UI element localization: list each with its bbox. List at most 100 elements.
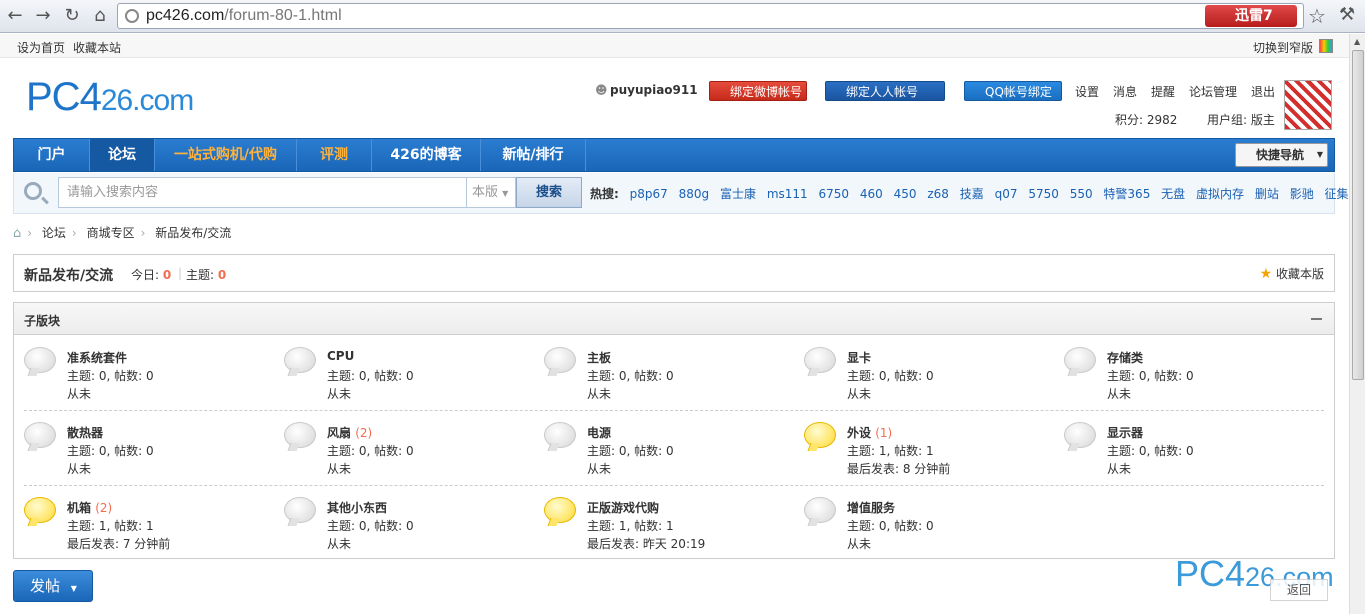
scroll-thumb[interactable] [1352, 50, 1364, 380]
subforum-item[interactable]: 其他小东西 主题: 0, 帖数: 0 从未 [276, 489, 534, 551]
color-switch-icon[interactable] [1319, 39, 1333, 53]
subforum-stats: 主题: 0, 帖数: 0 [67, 369, 154, 383]
subforum-item[interactable]: 正版游戏代购 主题: 1, 帖数: 1 最后发表: 昨天 20:19 [536, 489, 794, 551]
subforum-name[interactable]: 电源 [587, 424, 611, 441]
subforum-item[interactable]: 主板 主题: 0, 帖数: 0 从未 [536, 339, 794, 401]
subforum-name[interactable]: 主板 [587, 349, 611, 366]
favorite-forum-button[interactable]: ★ 收藏本版 [1260, 265, 1324, 282]
bind-renren-button[interactable]: 绑定人人帐号 [825, 81, 945, 101]
new-post-button[interactable]: 发帖 ▼ [13, 570, 93, 602]
subforum-item[interactable]: 显卡 主题: 0, 帖数: 0 从未 [796, 339, 1054, 401]
bind-qq-button[interactable]: QQ帐号绑定 [964, 81, 1062, 101]
hot-keyword[interactable]: 虚拟内存 [1196, 187, 1244, 201]
hot-keyword[interactable]: 无盘 [1161, 187, 1185, 201]
chevron-down-icon: ▼ [70, 584, 77, 593]
breadcrumb-forum[interactable]: 论坛 [42, 226, 66, 240]
search-icon [24, 182, 42, 200]
subforum-name[interactable]: 显示器 [1107, 424, 1143, 441]
hot-keyword[interactable]: ms111 [767, 187, 808, 201]
home-icon[interactable]: ⌂ [89, 5, 111, 27]
subforum-last-post: 从未 [327, 537, 352, 551]
wrench-menu-icon[interactable]: ⚒ [1339, 4, 1355, 25]
home-icon[interactable]: ⌂ [13, 226, 21, 241]
hot-keyword[interactable]: 550 [1070, 187, 1093, 201]
subforum-item[interactable]: 电源 主题: 0, 帖数: 0 从未 [536, 414, 794, 476]
avatar[interactable] [1284, 80, 1332, 130]
subforum-stats: 主题: 1, 帖数: 1 [587, 519, 674, 533]
hot-keyword[interactable]: 富士康 [720, 187, 756, 201]
subforum-item[interactable]: 机箱 (2) 主题: 1, 帖数: 1 最后发表: 7 分钟前 [16, 489, 274, 551]
scrollbar[interactable]: ▲ [1349, 34, 1365, 614]
subforum-item[interactable]: 存储类 主题: 0, 帖数: 0 从未 [1056, 339, 1314, 401]
nav-new-ranking[interactable]: 新帖/排行 [481, 139, 586, 171]
settings-link[interactable]: 设置 [1075, 83, 1099, 100]
back-to-top-button[interactable]: 返回 [1270, 579, 1328, 601]
hot-keyword[interactable]: 征集 [1325, 187, 1349, 201]
hot-keyword[interactable]: 880g [679, 187, 710, 201]
collapse-icon[interactable] [1311, 318, 1322, 320]
bookmark-star-icon[interactable]: ☆ [1308, 4, 1326, 28]
notify-link[interactable]: 提醒 [1151, 83, 1175, 100]
subforum-name[interactable]: 外设 (1) [847, 424, 892, 441]
quick-nav-button[interactable]: 快捷导航 ▼ [1235, 143, 1328, 167]
subforum-item[interactable]: 散热器 主题: 0, 帖数: 0 从未 [16, 414, 274, 476]
switch-narrow-link[interactable]: 切换到窄版 [1253, 39, 1313, 56]
nav-portal[interactable]: 门户 [14, 139, 90, 171]
points-link[interactable]: 积分: 2982 [1115, 111, 1177, 128]
hot-keyword[interactable]: z68 [927, 187, 949, 201]
hot-keyword[interactable]: 6750 [819, 187, 850, 201]
hot-keyword[interactable]: 特警365 [1103, 187, 1150, 201]
hot-keyword[interactable]: 删站 [1255, 187, 1279, 201]
xunlei-extension-button[interactable]: 迅雷7 [1205, 5, 1297, 27]
subforum-stats: 主题: 1, 帖数: 1 [67, 519, 154, 533]
hot-keyword[interactable]: 影驰 [1290, 187, 1314, 201]
subforum-name[interactable]: CPU [327, 349, 354, 363]
hot-keyword[interactable]: 技嘉 [960, 187, 984, 201]
logout-link[interactable]: 退出 [1251, 83, 1275, 100]
breadcrumb-mall[interactable]: 商城专区 [87, 226, 135, 240]
hot-keyword[interactable]: p8p67 [630, 187, 668, 201]
subforum-item[interactable]: 准系统套件 主题: 0, 帖数: 0 从未 [16, 339, 274, 401]
subforum-item[interactable]: 增值服务 主题: 0, 帖数: 0 从未 [796, 489, 1054, 551]
bind-weibo-button[interactable]: 绑定微博帐号 [709, 81, 807, 101]
forward-arrow-icon[interactable]: → [32, 5, 54, 27]
messages-link[interactable]: 消息 [1113, 83, 1137, 100]
subforum-name[interactable]: 增值服务 [847, 499, 895, 516]
hot-keyword[interactable]: 450 [894, 187, 917, 201]
subforum-name[interactable]: 机箱 (2) [67, 499, 112, 516]
scroll-up-icon[interactable]: ▲ [1354, 37, 1360, 46]
search-button[interactable]: 搜索 [516, 177, 582, 208]
nav-blog[interactable]: 426的博客 [372, 139, 481, 171]
search-input[interactable]: 请输入搜索内容 [58, 177, 468, 208]
page-content: 设为首页 收藏本站 切换到窄版 PC426.com ☻ puyupiao911 … [0, 34, 1349, 614]
nav-review[interactable]: 评测 [297, 139, 372, 171]
subforum-name[interactable]: 显卡 [847, 349, 871, 366]
search-scope-select[interactable]: 本版 ▼ [466, 177, 516, 208]
nav-purchase[interactable]: 一站式购机/代购 [155, 139, 297, 171]
subforum-item[interactable]: 风扇 (2) 主题: 0, 帖数: 0 从未 [276, 414, 534, 476]
subforum-name[interactable]: 其他小东西 [327, 499, 387, 516]
subforum-name[interactable]: 正版游戏代购 [587, 499, 659, 516]
site-logo[interactable]: PC426.com [26, 74, 194, 124]
subforum-name[interactable]: 散热器 [67, 424, 103, 441]
reload-icon[interactable]: ↻ [61, 5, 83, 27]
hot-keyword[interactable]: 460 [860, 187, 883, 201]
bookmark-site-link[interactable]: 收藏本站 [73, 39, 121, 56]
breadcrumb-current[interactable]: 新品发布/交流 [155, 226, 231, 240]
subforum-name[interactable]: 准系统套件 [67, 349, 127, 366]
back-arrow-icon[interactable]: ← [4, 5, 26, 27]
username-link[interactable]: puyupiao911 [610, 83, 698, 97]
forum-admin-link[interactable]: 论坛管理 [1189, 83, 1237, 100]
subforum-last-post: 最后发表: 7 分钟前 [67, 537, 171, 551]
subforum-name[interactable]: 存储类 [1107, 349, 1143, 366]
nav-forum[interactable]: 论坛 [90, 139, 155, 171]
subforum-last-post: 从未 [847, 537, 872, 551]
hot-keyword[interactable]: q07 [995, 187, 1018, 201]
hot-keyword[interactable]: 5750 [1028, 187, 1059, 201]
subforum-item[interactable]: 外设 (1) 主题: 1, 帖数: 1 最后发表: 8 分钟前 [796, 414, 1054, 476]
subforum-item[interactable]: 显示器 主题: 0, 帖数: 0 从未 [1056, 414, 1314, 476]
set-home-link[interactable]: 设为首页 [17, 39, 65, 56]
address-bar[interactable]: pc426.com/forum-80-1.html 迅雷7 [117, 3, 1304, 29]
subforum-item[interactable]: CPU 主题: 0, 帖数: 0 从未 [276, 339, 534, 401]
subforum-name[interactable]: 风扇 (2) [327, 424, 372, 441]
